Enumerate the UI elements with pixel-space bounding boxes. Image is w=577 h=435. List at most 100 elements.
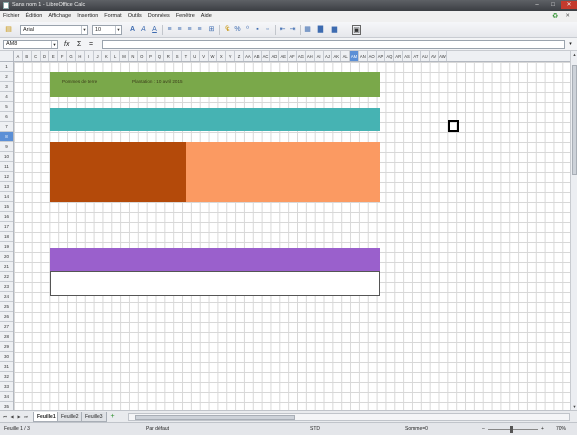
close-button[interactable]: ✕ — [561, 1, 577, 9]
borders-icon[interactable]: ▦ — [303, 25, 312, 35]
column-header[interactable]: AL — [341, 51, 351, 61]
select-all-corner[interactable] — [0, 51, 14, 62]
chevron-down-icon[interactable]: ▼ — [51, 41, 57, 48]
remove-decimal-icon[interactable]: ▫ — [263, 25, 272, 35]
column-header[interactable]: AF — [288, 51, 297, 61]
green-band[interactable]: Pommes de terre Plantation : 10 avril 20… — [50, 72, 380, 97]
rust-block[interactable] — [50, 142, 186, 202]
zoom-slider[interactable] — [488, 429, 538, 430]
row-header[interactable]: 21 — [0, 262, 13, 272]
add-sheet-button[interactable]: + — [108, 412, 117, 422]
row-header[interactable]: 26 — [0, 312, 13, 322]
column-header[interactable]: AU — [421, 51, 430, 61]
column-header[interactable]: K — [102, 51, 112, 61]
column-header[interactable]: D — [41, 51, 50, 61]
scroll-up-icon[interactable]: ▲ — [571, 51, 577, 58]
align-center-icon[interactable]: ≡ — [175, 25, 184, 35]
spreadsheet-grid[interactable]: A B C D E F G H I J K L M N O P Q R S T U V W X Y Z AA AB AC AD AE AF AG… — [0, 51, 570, 410]
menu-affichage[interactable]: Affichage — [45, 11, 74, 22]
column-header[interactable]: AW — [439, 51, 448, 61]
teal-band[interactable] — [50, 108, 380, 131]
indent-icon[interactable]: ⇤ — [278, 25, 287, 35]
row-header[interactable]: 2 — [0, 72, 13, 82]
salmon-block[interactable] — [186, 142, 380, 202]
font-name-box[interactable]: Arial ▼ — [20, 25, 88, 35]
styles-icon[interactable]: ▤ — [4, 25, 13, 35]
close-document-button[interactable]: ✕ — [562, 11, 573, 22]
function-wizard-icon[interactable]: fx — [64, 40, 69, 49]
italic-icon[interactable]: A — [139, 25, 148, 35]
row-header[interactable]: 31 — [0, 362, 13, 372]
column-header[interactable]: O — [138, 51, 147, 61]
row-header[interactable]: 7 — [0, 122, 13, 132]
horizontal-scroll-thumb[interactable] — [135, 415, 295, 420]
decimal-icon[interactable]: ⁰ — [243, 25, 252, 35]
menu-donnees[interactable]: Données — [145, 11, 173, 22]
last-sheet-icon[interactable]: ⏭ — [23, 413, 29, 421]
selection-mode[interactable]: STD — [310, 423, 320, 435]
bold-icon[interactable]: A — [128, 25, 137, 35]
minimize-button[interactable]: – — [529, 1, 545, 9]
page-style[interactable]: Par défaut — [146, 423, 169, 435]
column-header[interactable]: H — [76, 51, 85, 61]
column-header[interactable]: AK — [332, 51, 342, 61]
update-icon[interactable]: ♻ — [549, 12, 559, 21]
tab-feuille3[interactable]: Feuille3 — [81, 412, 107, 422]
column-header[interactable]: AR — [394, 51, 404, 61]
row-header[interactable]: 23 — [0, 282, 13, 292]
column-header[interactable]: AC — [262, 51, 271, 61]
row-header[interactable]: 19 — [0, 242, 13, 252]
column-header[interactable]: S — [173, 51, 183, 61]
align-left-icon[interactable]: ≡ — [165, 25, 174, 35]
sidebar-icon[interactable]: ▣ — [352, 25, 361, 35]
row-header[interactable]: 12 — [0, 172, 13, 182]
column-header[interactable]: AB — [253, 51, 262, 61]
column-header[interactable]: Y — [226, 51, 236, 61]
column-header[interactable]: B — [23, 51, 32, 61]
chevron-down-icon[interactable]: ▼ — [81, 26, 87, 34]
equals-icon[interactable]: = — [89, 40, 93, 49]
horizontal-scrollbar[interactable] — [128, 413, 570, 421]
column-header[interactable]: W — [209, 51, 218, 61]
column-header[interactable]: T — [182, 51, 191, 61]
next-sheet-icon[interactable]: ▶ — [16, 413, 22, 421]
menu-fenetre[interactable]: Fenêtre — [173, 11, 198, 22]
column-header[interactable]: L — [111, 51, 121, 61]
expand-formula-icon[interactable]: ▾ — [567, 40, 574, 49]
row-header[interactable]: 8 — [0, 132, 13, 142]
chevron-down-icon[interactable]: ▼ — [115, 26, 121, 34]
column-header[interactable]: AM — [350, 51, 359, 61]
menu-insertion[interactable]: Insertion — [74, 11, 101, 22]
row-header[interactable]: 14 — [0, 192, 13, 202]
row-header[interactable]: 28 — [0, 332, 13, 342]
zoom-out-button[interactable]: – — [482, 423, 485, 435]
percent-icon[interactable]: % — [233, 25, 242, 35]
vertical-scroll-thumb[interactable] — [572, 65, 577, 175]
column-header[interactable]: AJ — [324, 51, 333, 61]
row-header[interactable]: 1 — [0, 62, 13, 72]
row-header[interactable]: 25 — [0, 302, 13, 312]
purple-band[interactable] — [50, 248, 380, 271]
column-header[interactable]: I — [85, 51, 94, 61]
row-header[interactable]: 34 — [0, 392, 13, 402]
row-header[interactable]: 17 — [0, 222, 13, 232]
column-header[interactable]: A — [14, 51, 23, 61]
row-header[interactable]: 24 — [0, 292, 13, 302]
name-box[interactable]: AM8 ▼ — [3, 40, 58, 49]
column-header[interactable]: Z — [235, 51, 244, 61]
currency-icon[interactable]: ₠ — [223, 25, 232, 35]
row-header[interactable]: 32 — [0, 372, 13, 382]
white-bordered-box[interactable] — [50, 271, 380, 296]
column-header[interactable]: AA — [244, 51, 253, 61]
tab-feuille1[interactable]: Feuille1 — [33, 412, 60, 422]
column-header[interactable]: X — [217, 51, 227, 61]
column-header[interactable]: F — [58, 51, 68, 61]
column-header[interactable]: Q — [156, 51, 165, 61]
row-header[interactable]: 35 — [0, 402, 13, 410]
row-header[interactable]: 30 — [0, 352, 13, 362]
align-right-icon[interactable]: ≡ — [185, 25, 194, 35]
column-header[interactable]: AO — [368, 51, 377, 61]
row-header[interactable]: 13 — [0, 182, 13, 192]
column-header[interactable]: C — [32, 51, 41, 61]
column-header[interactable]: AH — [306, 51, 315, 61]
